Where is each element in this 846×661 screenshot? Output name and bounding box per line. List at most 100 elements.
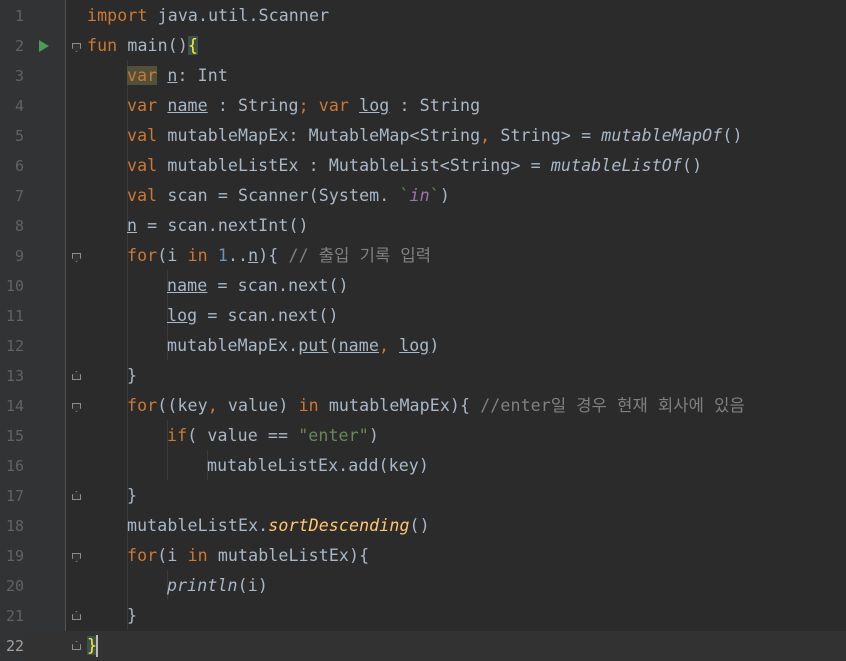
code-line[interactable]: 6 val mutableListEx : MutableList<String… (0, 151, 846, 181)
line-number[interactable]: 3 (0, 61, 24, 91)
run-icon[interactable] (39, 40, 49, 52)
code-fragment: = scan.next() (197, 306, 339, 325)
fold-icon[interactable] (72, 641, 81, 650)
code-line[interactable]: 18 mutableListEx.sortDescending() (0, 511, 846, 541)
keyword: val (127, 186, 158, 205)
code-text[interactable]: import java.util.Scanner (87, 1, 329, 31)
code-fragment: mutableListEx. (127, 516, 269, 535)
code-text[interactable]: if( value == "enter") (167, 421, 379, 451)
code-text[interactable]: val mutableMapEx: MutableMap<String, Str… (127, 121, 743, 151)
line-number[interactable]: 9 (0, 241, 24, 271)
code-editor[interactable]: 1 import java.util.Scanner 2 fun main(){… (0, 0, 846, 661)
code-line[interactable]: 3 var n: Int (0, 61, 846, 91)
mutable-variable: log (359, 96, 390, 115)
code-text[interactable]: for(i in 1..n){ // 출입 기록 입력 (127, 241, 431, 271)
code-line[interactable]: 11 log = scan.next() (0, 301, 846, 331)
code-text[interactable]: } (127, 601, 137, 631)
code-line[interactable]: 1 import java.util.Scanner (0, 1, 846, 31)
fold-icon[interactable] (72, 611, 81, 620)
keyword: var (318, 96, 350, 115)
fold-icon[interactable] (72, 371, 81, 380)
line-number[interactable]: 2 (0, 31, 24, 61)
code-line[interactable]: 5 val mutableMapEx: MutableMap<String, S… (0, 121, 846, 151)
code-fragment: mutableMapEx: MutableMap<String (157, 126, 481, 145)
code-text[interactable]: } (127, 481, 137, 511)
code-line[interactable]: 21 } (0, 601, 846, 631)
code-text[interactable]: mutableListEx.sortDescending() (127, 511, 430, 541)
code-text[interactable]: name = scan.next() (167, 271, 349, 301)
line-number[interactable]: 1 (0, 1, 24, 31)
code-line[interactable]: 17 } (0, 481, 846, 511)
line-number[interactable]: 21 (0, 601, 24, 631)
keyword: in (187, 546, 208, 565)
code-text[interactable]: mutableListEx.add(key) (207, 451, 429, 481)
code-line[interactable]: 12 mutableMapEx.put(name, log) (0, 331, 846, 361)
line-number[interactable]: 13 (0, 361, 24, 391)
line-number[interactable]: 22 (0, 631, 24, 661)
function-call: println (167, 576, 238, 595)
code-text[interactable]: mutableMapEx.put(name, log) (167, 331, 440, 361)
range-operator: .. (227, 246, 249, 265)
fold-icon[interactable] (72, 553, 81, 562)
keyword: val (127, 126, 158, 145)
code-fragment: : String (207, 96, 299, 115)
line-number[interactable]: 11 (0, 301, 24, 331)
code-text[interactable]: for(i in mutableListEx){ (127, 541, 369, 571)
line-number[interactable]: 17 (0, 481, 24, 511)
comma: , (378, 336, 390, 355)
escaped-identifier: in (409, 186, 430, 205)
code-line[interactable]: 16 mutableListEx.add(key) (0, 451, 846, 481)
line-number[interactable]: 16 (0, 451, 24, 481)
comment: //enter일 경우 현재 회사에 있음 (480, 396, 745, 415)
keyword: val (127, 156, 158, 175)
fold-icon[interactable] (72, 253, 81, 262)
code-line[interactable]: 14 for((key, value) in mutableMapEx){ //… (0, 391, 846, 421)
code-line[interactable]: 10 name = scan.next() (0, 271, 846, 301)
line-number[interactable]: 5 (0, 121, 24, 151)
fold-icon[interactable] (72, 491, 81, 500)
code-text[interactable]: } (127, 361, 137, 391)
line-number[interactable]: 14 (0, 391, 24, 421)
code-text[interactable]: val scan = Scanner(System. `in`) (127, 181, 450, 211)
line-number[interactable]: 18 (0, 511, 24, 541)
line-number[interactable]: 4 (0, 91, 24, 121)
code-line[interactable]: 4 var name : String; var log : String (0, 91, 846, 121)
code-text[interactable]: val mutableListEx : MutableList<String> … (127, 151, 702, 181)
code-line[interactable]: 19 for(i in mutableListEx){ (0, 541, 846, 571)
code-text[interactable]: n = scan.nextInt() (127, 211, 309, 241)
code-text[interactable]: for((key, value) in mutableMapEx){ //ent… (127, 391, 745, 421)
code-fragment: ) (429, 336, 440, 355)
line-number[interactable]: 7 (0, 181, 24, 211)
mutable-variable: name (167, 96, 208, 115)
line-number[interactable]: 8 (0, 211, 24, 241)
line-number[interactable]: 12 (0, 331, 24, 361)
code-line[interactable]: 8 n = scan.nextInt() (0, 211, 846, 241)
code-text[interactable]: fun main(){ (87, 31, 199, 61)
line-number[interactable]: 15 (0, 421, 24, 451)
code-line[interactable]: 20 println(i) (0, 571, 846, 601)
code-text[interactable]: println(i) (167, 571, 268, 601)
mutable-variable: n (167, 66, 178, 85)
code-line[interactable]: 15 if( value == "enter") (0, 421, 846, 451)
fold-icon[interactable] (72, 43, 81, 52)
line-number[interactable]: 19 (0, 541, 24, 571)
line-number[interactable]: 10 (0, 271, 24, 301)
code-text[interactable]: log = scan.next() (167, 301, 339, 331)
code-line[interactable]: 2 fun main(){ (0, 31, 846, 61)
code-fragment: () (409, 516, 430, 535)
code-line[interactable]: 7 val scan = Scanner(System. `in`) (0, 181, 846, 211)
code-text[interactable]: var n: Int (127, 61, 228, 91)
semicolon: ; (298, 96, 309, 115)
code-fragment: value) (217, 396, 299, 415)
fold-icon[interactable] (72, 403, 81, 412)
code-text[interactable]: var name : String; var log : String (127, 91, 480, 121)
line-number[interactable]: 6 (0, 151, 24, 181)
code-line-current[interactable]: 22 } (0, 631, 846, 661)
code-fragment: = scan.nextInt() (137, 216, 309, 235)
code-line[interactable]: 9 for(i in 1..n){ // 출입 기록 입력 (0, 241, 846, 271)
line-number[interactable]: 20 (0, 571, 24, 601)
code-fragment: () (722, 126, 743, 145)
code-line[interactable]: 13 } (0, 361, 846, 391)
